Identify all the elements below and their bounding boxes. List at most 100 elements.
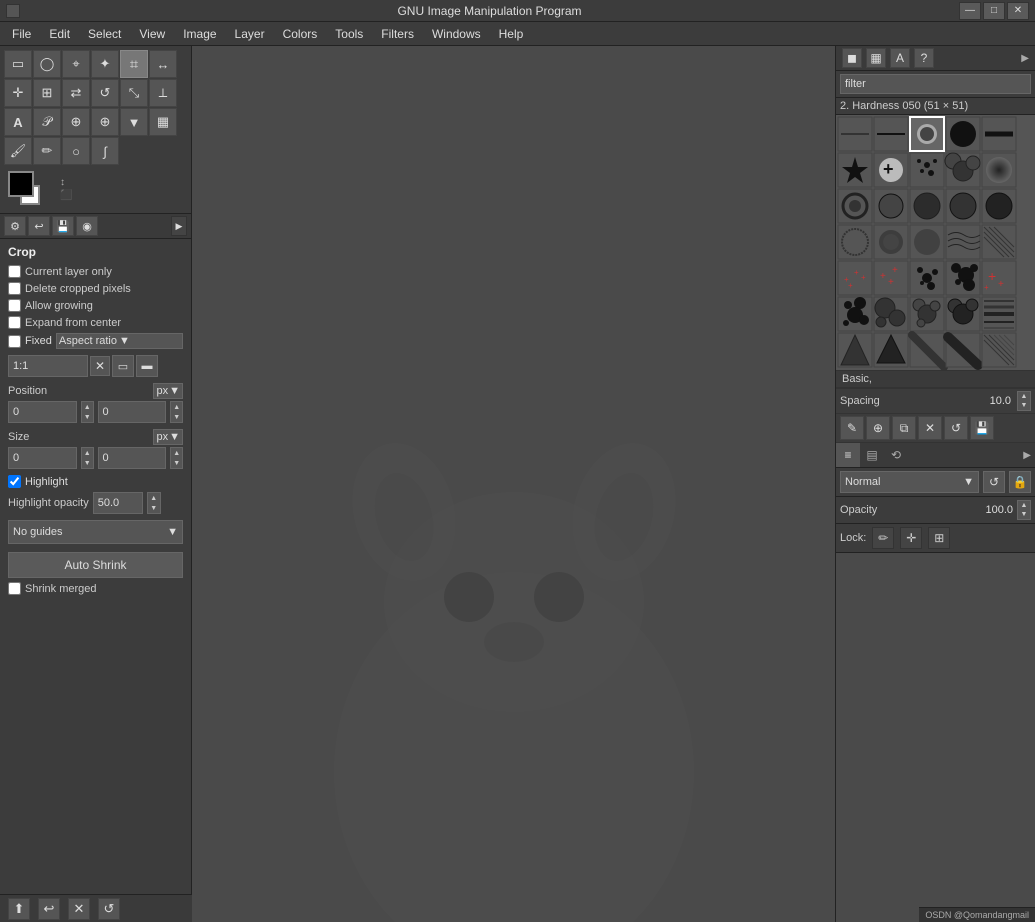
position-x-input[interactable]: 0 — [8, 401, 77, 423]
current-layer-only-checkbox[interactable] — [8, 265, 21, 278]
brush-save-btn[interactable]: 💾 — [970, 416, 994, 440]
tool-rotate[interactable]: ↺ — [91, 79, 119, 107]
spacing-arrows[interactable]: ▲ ▼ — [1017, 391, 1031, 411]
menu-filters[interactable]: Filters — [373, 25, 422, 43]
ratio-clear-button[interactable]: ✕ — [90, 356, 110, 376]
highlight-opacity-spinbox[interactable]: 50.0 — [93, 492, 143, 514]
layer-lock-alpha-btn[interactable]: 🔒 — [1009, 471, 1031, 493]
menu-help[interactable]: Help — [491, 25, 532, 43]
tool-ink[interactable]: ∫ — [91, 137, 119, 165]
lock-alpha-btn[interactable]: ⊞ — [928, 527, 950, 549]
opacity-arrows[interactable]: ▲ ▼ — [1017, 500, 1031, 520]
menu-layer[interactable]: Layer — [227, 25, 273, 43]
ratio-landscape-button[interactable]: ▬ — [136, 355, 158, 377]
brush-edit-btn[interactable]: ✎ — [840, 416, 864, 440]
tool-rect-select[interactable]: ▭ — [4, 50, 32, 78]
default-colors-icon[interactable]: ⬛ — [60, 190, 72, 201]
brush-copy-btn[interactable]: ⧉ — [892, 416, 916, 440]
tool-free-select[interactable]: ⌖ — [62, 50, 90, 78]
patterns-icon-btn[interactable]: ▦ — [866, 48, 886, 68]
highlight-opacity-up[interactable]: ▲ — [148, 493, 160, 503]
options-tab-undo[interactable]: ↩ — [28, 216, 50, 236]
menu-tools[interactable]: Tools — [327, 25, 371, 43]
menu-view[interactable]: View — [131, 25, 173, 43]
menu-select[interactable]: Select — [80, 25, 129, 43]
position-y-arrows[interactable]: ▲ ▼ — [170, 401, 183, 423]
tool-fuzzy-select[interactable]: ✦ — [91, 50, 119, 78]
tool-text[interactable]: A — [4, 108, 32, 136]
brush-filter-input[interactable] — [840, 74, 1031, 94]
fonts-icon-btn[interactable]: A — [890, 48, 910, 68]
tool-airbrush[interactable]: ○ — [62, 137, 90, 165]
help-icon-btn[interactable]: ? — [914, 48, 934, 68]
menu-edit[interactable]: Edit — [41, 25, 78, 43]
tool-transform[interactable]: ↔ — [149, 50, 177, 78]
layers-panel-expand[interactable]: ▶ — [1023, 450, 1035, 461]
brush-refresh-btn[interactable]: ↺ — [944, 416, 968, 440]
aspect-ratio-dropdown[interactable]: Aspect ratio ▼ — [56, 333, 183, 349]
delete-cropped-pixels-checkbox[interactable] — [8, 282, 21, 295]
size-h-up[interactable]: ▲ — [171, 448, 182, 458]
options-panel-arrow[interactable]: ▶ — [171, 216, 187, 236]
ratio-input[interactable] — [8, 355, 88, 377]
bottom-restore-button[interactable]: ↺ — [98, 898, 120, 920]
foreground-color[interactable] — [8, 171, 34, 197]
fixed-checkbox[interactable] — [8, 335, 21, 348]
brush-presets-area[interactable]: + — [836, 115, 1035, 370]
position-x-up[interactable]: ▲ — [82, 402, 93, 412]
spacing-up[interactable]: ▲ — [1018, 392, 1030, 401]
options-tab-save[interactable]: 💾 — [52, 216, 74, 236]
size-w-input[interactable]: 0 — [8, 447, 77, 469]
tool-scale[interactable]: ⤡ — [120, 79, 148, 107]
tool-align[interactable]: ⊞ — [33, 79, 61, 107]
highlight-checkbox[interactable] — [8, 475, 21, 488]
size-w-down[interactable]: ▼ — [82, 458, 93, 468]
size-h-input[interactable]: 0 — [98, 447, 167, 469]
opacity-up[interactable]: ▲ — [1018, 501, 1030, 510]
layer-cycle-btn[interactable]: ↺ — [983, 471, 1005, 493]
title-bar-controls[interactable]: — □ ✕ — [959, 2, 1029, 20]
tool-move[interactable]: ✛ — [4, 79, 32, 107]
channels-tab[interactable]: ▤ — [860, 443, 884, 467]
lock-pixels-btn[interactable]: ✏ — [872, 527, 894, 549]
menu-image[interactable]: Image — [175, 25, 224, 43]
options-tab-info[interactable]: ◉ — [76, 216, 98, 236]
tool-path[interactable]: 𝒫 — [33, 108, 61, 136]
tool-pencil[interactable]: ✏ — [33, 137, 61, 165]
tool-shear[interactable]: ⟂ — [149, 79, 177, 107]
layers-tab[interactable]: ≡ — [836, 443, 860, 467]
tool-zoom[interactable]: ⊕ — [91, 108, 119, 136]
layer-mode-dropdown[interactable]: Normal ▼ — [840, 471, 979, 493]
paths-tab[interactable]: ⟲ — [884, 443, 908, 467]
opacity-down[interactable]: ▼ — [1018, 510, 1030, 519]
highlight-opacity-arrows[interactable]: ▲ ▼ — [147, 492, 161, 514]
size-unit-dropdown[interactable]: px ▼ — [153, 429, 183, 445]
tool-bucket-fill[interactable]: ▼ — [120, 108, 148, 136]
menu-windows[interactable]: Windows — [424, 25, 489, 43]
guides-dropdown[interactable]: No guides ▼ — [8, 520, 183, 544]
tool-paintbrush[interactable]: 🖌 — [4, 137, 32, 165]
expand-from-center-checkbox[interactable] — [8, 316, 21, 329]
position-y-down[interactable]: ▼ — [171, 412, 182, 422]
ratio-portrait-button[interactable]: ▭ — [112, 355, 134, 377]
minimize-button[interactable]: — — [959, 2, 981, 20]
position-x-arrows[interactable]: ▲ ▼ — [81, 401, 94, 423]
position-unit-dropdown[interactable]: px ▼ — [153, 383, 183, 399]
size-w-arrows[interactable]: ▲ ▼ — [81, 447, 94, 469]
tool-color-picker[interactable]: ⊕ — [62, 108, 90, 136]
size-h-down[interactable]: ▼ — [171, 458, 182, 468]
tool-crop[interactable]: ⌗ — [120, 50, 148, 78]
size-w-up[interactable]: ▲ — [82, 448, 93, 458]
position-x-down[interactable]: ▼ — [82, 412, 93, 422]
close-button[interactable]: ✕ — [1007, 2, 1029, 20]
highlight-opacity-down[interactable]: ▼ — [148, 503, 160, 513]
lock-position-btn[interactable]: ✛ — [900, 527, 922, 549]
maximize-button[interactable]: □ — [983, 2, 1005, 20]
brush-duplicate-btn[interactable]: ⊕ — [866, 416, 890, 440]
position-y-up[interactable]: ▲ — [171, 402, 182, 412]
bottom-delete-button[interactable]: ✕ — [68, 898, 90, 920]
swap-colors-icon[interactable]: ↕ — [60, 177, 72, 188]
tool-flip[interactable]: ⇄ — [62, 79, 90, 107]
menu-colors[interactable]: Colors — [275, 25, 326, 43]
brushes-icon-btn[interactable]: ◼ — [842, 48, 862, 68]
